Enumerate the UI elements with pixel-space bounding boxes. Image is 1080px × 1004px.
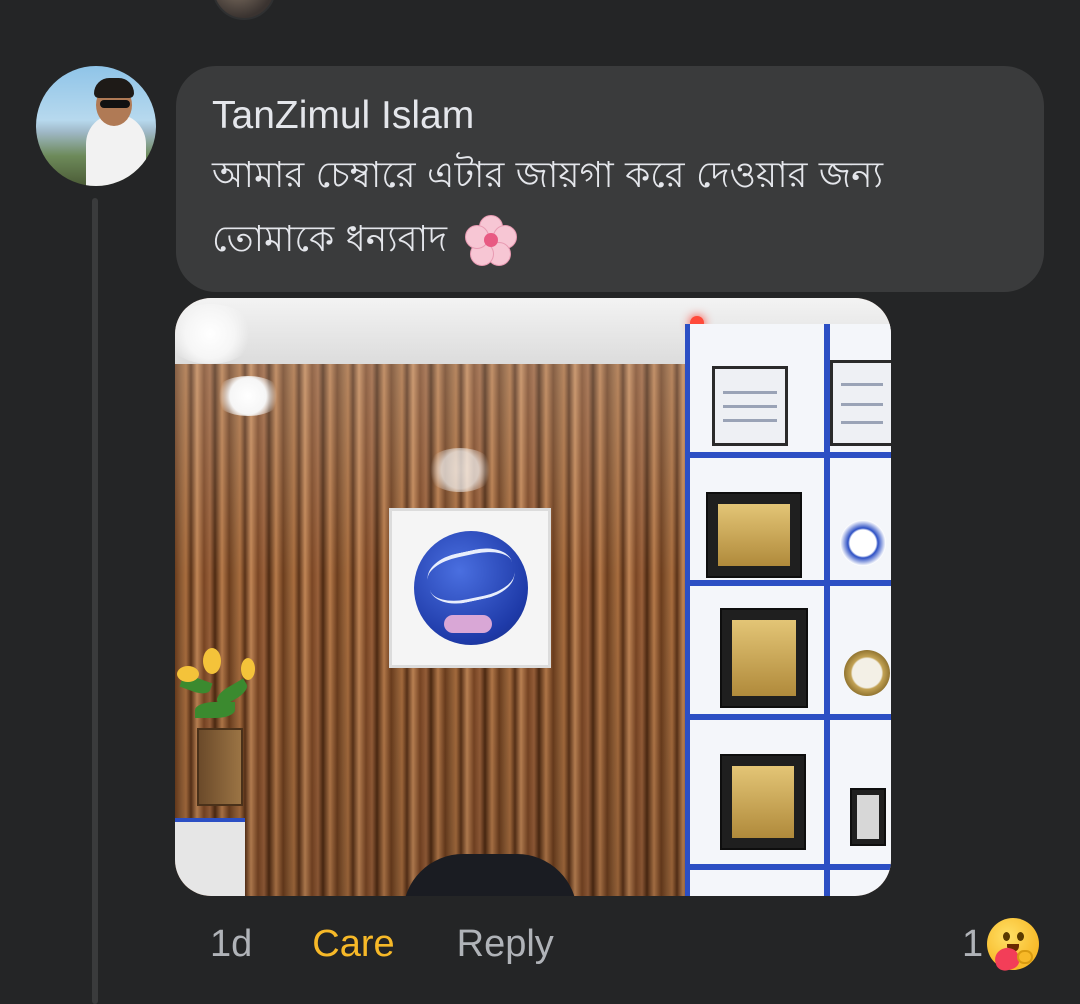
comment-text: আমার চেম্বারে এটার জায়গা করে দেওয়ার জন… — [212, 144, 1008, 272]
reply-button[interactable]: Reply — [457, 923, 554, 966]
avatar[interactable] — [36, 66, 156, 186]
comment-timestamp[interactable]: 1d — [210, 923, 252, 966]
care-reaction-button[interactable]: Care — [312, 923, 394, 966]
comment-author-name[interactable]: TanZimul Islam — [212, 92, 1008, 140]
reaction-count: 1 — [962, 922, 984, 965]
comment-text-content: আমার চেম্বারে এটার জায়গা করে দেওয়ার জন… — [212, 155, 884, 260]
calligraphy-frame — [389, 508, 551, 668]
reaction-summary[interactable]: 1 — [962, 918, 1040, 973]
care-emoji-icon — [987, 918, 1040, 973]
previous-comment-text-fragment — [300, 0, 920, 6]
cherry-blossom-icon — [464, 215, 517, 267]
comment-bubble[interactable]: TanZimul Islam আমার চেম্বারে এটার জায়গা… — [176, 66, 1044, 292]
comment-photo[interactable] — [175, 298, 891, 896]
previous-comment-avatar[interactable] — [212, 0, 276, 20]
award-shelf — [685, 324, 891, 896]
reply-thread-line — [92, 198, 98, 1004]
comment-actions: 1d Care Reply — [210, 918, 554, 970]
